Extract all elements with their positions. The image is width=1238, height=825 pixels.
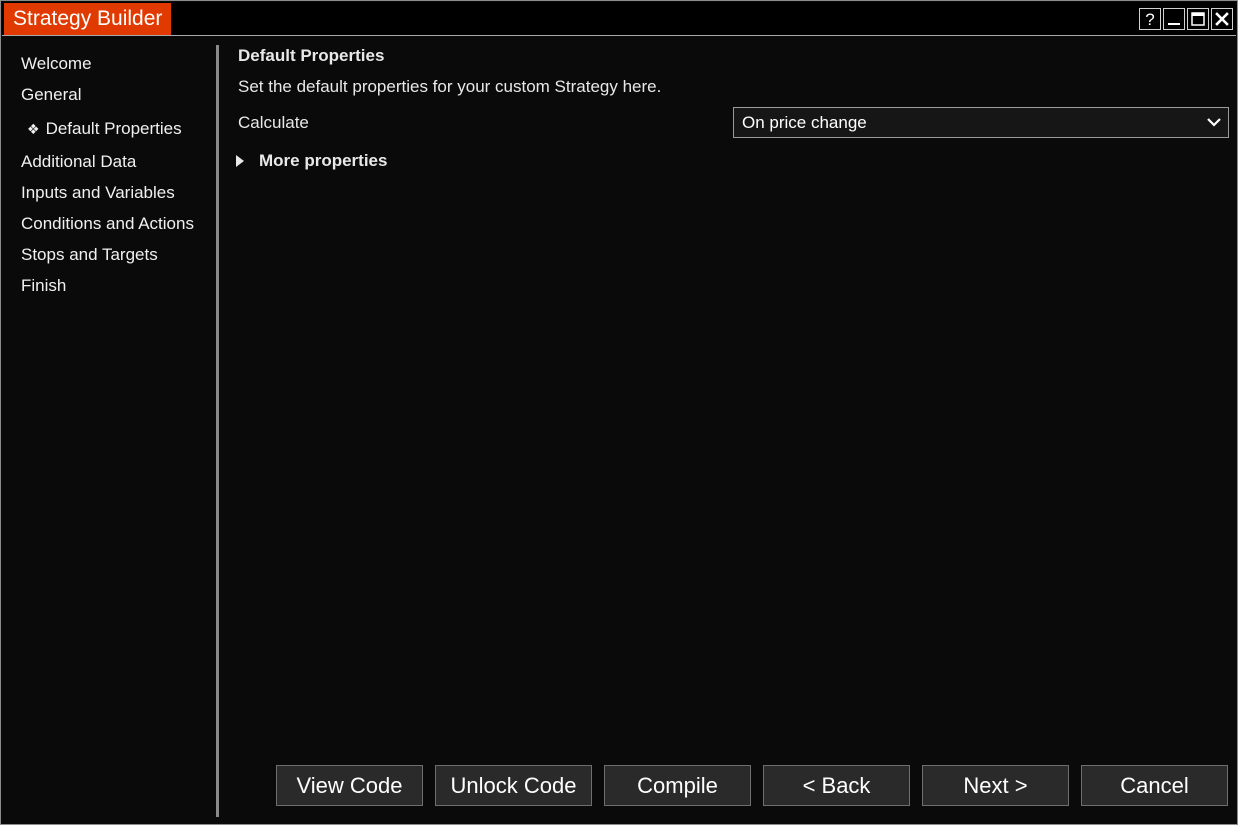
close-icon [1215, 12, 1229, 26]
unlock-code-button[interactable]: Unlock Code [435, 765, 592, 806]
expand-triangle-icon [236, 155, 244, 167]
calculate-dropdown[interactable]: On price change [733, 107, 1229, 138]
sidebar-item-finish[interactable]: Finish [21, 276, 66, 296]
sidebar-item-general[interactable]: General [21, 85, 81, 105]
sidebar-item-default-properties[interactable]: ❖ Default Properties [27, 119, 182, 139]
page-title: Default Properties [238, 46, 385, 65]
view-code-button[interactable]: View Code [276, 765, 423, 806]
title-bar[interactable]: Strategy Builder ? [2, 2, 1236, 36]
maximize-button[interactable] [1187, 8, 1209, 30]
more-properties-label: More properties [259, 151, 388, 170]
sidebar-item-label: Default Properties [45, 119, 182, 138]
sidebar-item-label: Welcome [21, 54, 92, 73]
cancel-button[interactable]: Cancel [1081, 765, 1228, 806]
strategy-builder-window: Strategy Builder ? Welcome General ❖ Defa… [0, 0, 1238, 825]
sidebar-item-welcome[interactable]: Welcome [21, 54, 92, 74]
page-description: Set the default properties for your cust… [238, 77, 662, 96]
sidebar-item-label: Conditions and Actions [21, 214, 194, 233]
sidebar-item-label: General [21, 85, 82, 104]
panel-splitter[interactable] [216, 45, 219, 817]
maximize-icon [1191, 12, 1205, 26]
window-controls: ? [1139, 8, 1233, 30]
sidebar-item-label: Inputs and Variables [21, 183, 175, 202]
sidebar-item-additional-data[interactable]: Additional Data [21, 152, 136, 172]
calculate-label: Calculate [238, 113, 309, 132]
sidebar-item-stops-and-targets[interactable]: Stops and Targets [21, 245, 158, 265]
sidebar-item-inputs-and-variables[interactable]: Inputs and Variables [21, 183, 175, 203]
window-title: Strategy Builder [4, 3, 172, 35]
minimize-button[interactable] [1163, 8, 1185, 30]
back-button[interactable]: < Back [763, 765, 910, 806]
compile-button[interactable]: Compile [604, 765, 751, 806]
sidebar-item-label: Finish [21, 276, 67, 295]
help-icon: ? [1145, 9, 1155, 29]
wizard-nav: Welcome General ❖ Default Properties Addi… [3, 45, 215, 817]
sidebar-item-label: Stops and Targets [21, 245, 158, 264]
close-button[interactable] [1211, 8, 1233, 30]
sidebar-item-label: Additional Data [21, 152, 137, 171]
help-button[interactable]: ? [1139, 8, 1161, 30]
next-button[interactable]: Next > [922, 765, 1069, 806]
more-properties-toggle[interactable]: More properties [235, 151, 387, 171]
minimize-icon [1168, 23, 1180, 25]
calculate-selected-value: On price change [742, 113, 867, 132]
diamond-bullet-icon: ❖ [27, 121, 40, 137]
sidebar-item-conditions-and-actions[interactable]: Conditions and Actions [21, 214, 194, 234]
chevron-down-icon [1207, 118, 1221, 127]
